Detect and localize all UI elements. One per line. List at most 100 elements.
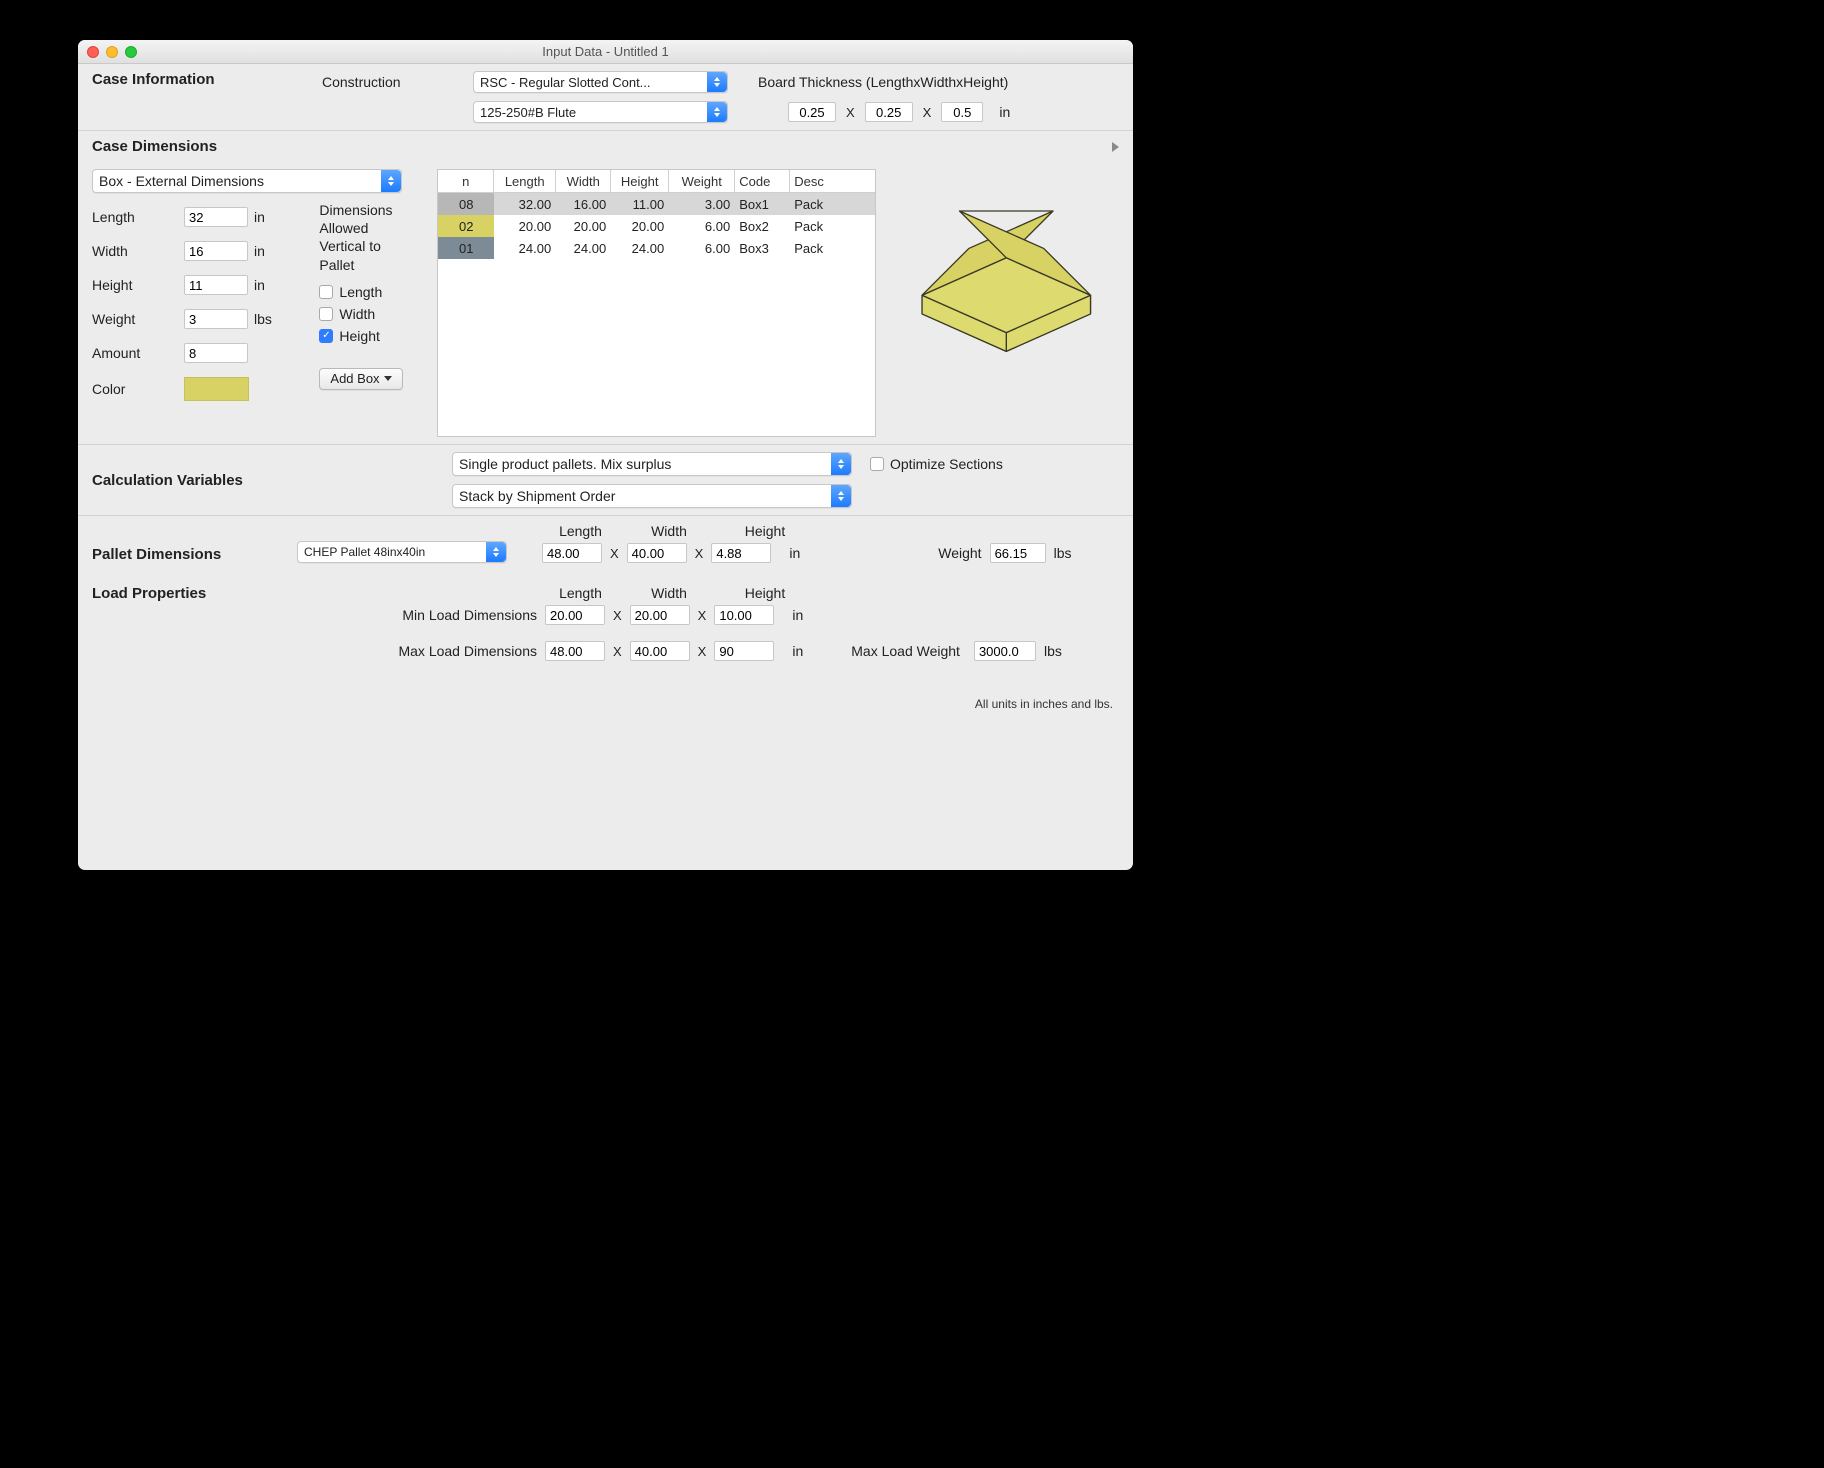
optimize-sections-checkbox[interactable]: Optimize Sections bbox=[870, 456, 1003, 472]
unit-in: in bbox=[254, 209, 278, 225]
unit-in: in bbox=[792, 607, 803, 623]
pallet-heading: Pallet Dimensions bbox=[92, 546, 297, 563]
max-load-height[interactable] bbox=[714, 641, 774, 661]
x-sep: X bbox=[846, 105, 855, 120]
col-width: Width bbox=[619, 523, 719, 539]
titlebar: Input Data - Untitled 1 bbox=[78, 40, 1133, 64]
color-swatch[interactable] bbox=[184, 377, 249, 401]
allow-length-checkbox[interactable]: Length bbox=[319, 284, 419, 300]
max-load-length[interactable] bbox=[545, 641, 605, 661]
box-preview-icon bbox=[894, 169, 1119, 384]
col-height: Height bbox=[719, 523, 811, 539]
table-row[interactable]: 0832.0016.0011.003.00Box1Pack bbox=[438, 193, 875, 215]
col-width: Width bbox=[619, 585, 719, 601]
min-load-height[interactable] bbox=[714, 605, 774, 625]
pallet-width[interactable] bbox=[627, 543, 687, 563]
allow-height-checkbox[interactable]: ✓Height bbox=[319, 328, 419, 344]
dim-basis-value: Box - External Dimensions bbox=[99, 173, 264, 189]
max-load-width[interactable] bbox=[630, 641, 690, 661]
max-load-label: Max Load Dimensions bbox=[347, 643, 537, 659]
stack-select[interactable]: Stack by Shipment Order bbox=[452, 484, 852, 508]
unit-lbs: lbs bbox=[254, 311, 278, 327]
table-row[interactable]: 0220.0020.0020.006.00Box2Pack bbox=[438, 215, 875, 237]
min-load-length[interactable] bbox=[545, 605, 605, 625]
x-sep: X bbox=[613, 644, 622, 659]
allow-width-checkbox[interactable]: Width bbox=[319, 306, 419, 322]
optimize-label: Optimize Sections bbox=[890, 456, 1003, 472]
disclosure-icon[interactable] bbox=[1112, 142, 1119, 152]
board-thickness-width[interactable] bbox=[865, 102, 913, 122]
table-header: n Length Width Height Weight Code Desc bbox=[438, 170, 875, 193]
allow-length-label: Length bbox=[339, 284, 382, 300]
add-box-button[interactable]: Add Box bbox=[319, 368, 402, 390]
width-label: Width bbox=[92, 243, 184, 259]
amount-input[interactable] bbox=[184, 343, 248, 363]
weight-input[interactable] bbox=[184, 309, 248, 329]
construction-select[interactable]: RSC - Regular Slotted Cont... bbox=[473, 71, 728, 93]
unit-in: in bbox=[254, 243, 278, 259]
col-height: Height bbox=[719, 585, 811, 601]
allowed-vertical-label: Dimensions Allowed Vertical to Pallet bbox=[319, 201, 419, 274]
chevron-down-icon bbox=[707, 102, 727, 122]
board-thickness-length[interactable] bbox=[788, 102, 836, 122]
load-heading: Load Properties bbox=[92, 585, 347, 602]
board-thickness-label: Board Thickness (LengthxWidthxHeight) bbox=[758, 74, 1008, 90]
flute-select[interactable]: 125-250#B Flute bbox=[473, 101, 728, 123]
pallet-height[interactable] bbox=[711, 543, 771, 563]
chevron-down-icon bbox=[707, 72, 727, 92]
x-sep: X bbox=[695, 546, 704, 561]
unit-lbs: lbs bbox=[1044, 643, 1062, 659]
col-length: Length bbox=[542, 523, 619, 539]
construction-value: RSC - Regular Slotted Cont... bbox=[480, 75, 651, 90]
stack-value: Stack by Shipment Order bbox=[459, 488, 615, 504]
max-load-weight[interactable] bbox=[974, 641, 1036, 661]
x-sep: X bbox=[698, 608, 707, 623]
mix-select[interactable]: Single product pallets. Mix surplus bbox=[452, 452, 852, 476]
pallet-weight[interactable] bbox=[990, 543, 1046, 563]
min-load-width[interactable] bbox=[630, 605, 690, 625]
weight-label: Weight bbox=[92, 311, 184, 327]
col-length: Length bbox=[542, 585, 619, 601]
case-info-heading: Case Information bbox=[92, 71, 322, 88]
app-window: Input Data - Untitled 1 Case Information… bbox=[78, 40, 1133, 870]
flute-value: 125-250#B Flute bbox=[480, 105, 576, 120]
chevron-down-icon bbox=[831, 453, 851, 475]
unit-in: in bbox=[254, 277, 278, 293]
color-label: Color bbox=[92, 381, 184, 397]
box-table[interactable]: n Length Width Height Weight Code Desc 0… bbox=[437, 169, 876, 437]
chevron-down-icon bbox=[381, 170, 401, 192]
unit-in: in bbox=[792, 643, 803, 659]
length-input[interactable] bbox=[184, 207, 248, 227]
pallet-type-value: CHEP Pallet 48inx40in bbox=[304, 545, 425, 559]
x-sep: X bbox=[698, 644, 707, 659]
unit-lbs: lbs bbox=[1054, 545, 1072, 561]
x-sep: X bbox=[923, 105, 932, 120]
unit-in: in bbox=[999, 104, 1010, 120]
length-label: Length bbox=[92, 209, 184, 225]
table-row[interactable]: 0124.0024.0024.006.00Box3Pack bbox=[438, 237, 875, 259]
window-title: Input Data - Untitled 1 bbox=[78, 44, 1133, 59]
construction-label: Construction bbox=[322, 74, 457, 90]
height-input[interactable] bbox=[184, 275, 248, 295]
calc-vars-heading: Calculation Variables bbox=[92, 472, 452, 489]
pallet-length[interactable] bbox=[542, 543, 602, 563]
pallet-type-select[interactable]: CHEP Pallet 48inx40in bbox=[297, 541, 507, 563]
chevron-down-icon bbox=[831, 485, 851, 507]
height-label: Height bbox=[92, 277, 184, 293]
allow-height-label: Height bbox=[339, 328, 379, 344]
amount-label: Amount bbox=[92, 345, 184, 361]
chevron-down-icon bbox=[486, 542, 506, 562]
unit-in: in bbox=[789, 545, 800, 561]
max-weight-label: Max Load Weight bbox=[851, 643, 960, 659]
x-sep: X bbox=[610, 546, 619, 561]
units-note: All units in inches and lbs. bbox=[92, 697, 1113, 711]
x-sep: X bbox=[613, 608, 622, 623]
case-dimensions-heading: Case Dimensions bbox=[92, 138, 1112, 155]
min-load-label: Min Load Dimensions bbox=[347, 607, 537, 623]
allow-width-label: Width bbox=[339, 306, 375, 322]
width-input[interactable] bbox=[184, 241, 248, 261]
dim-basis-select[interactable]: Box - External Dimensions bbox=[92, 169, 402, 193]
caret-down-icon bbox=[384, 376, 392, 381]
mix-value: Single product pallets. Mix surplus bbox=[459, 456, 671, 472]
board-thickness-height[interactable] bbox=[941, 102, 983, 122]
